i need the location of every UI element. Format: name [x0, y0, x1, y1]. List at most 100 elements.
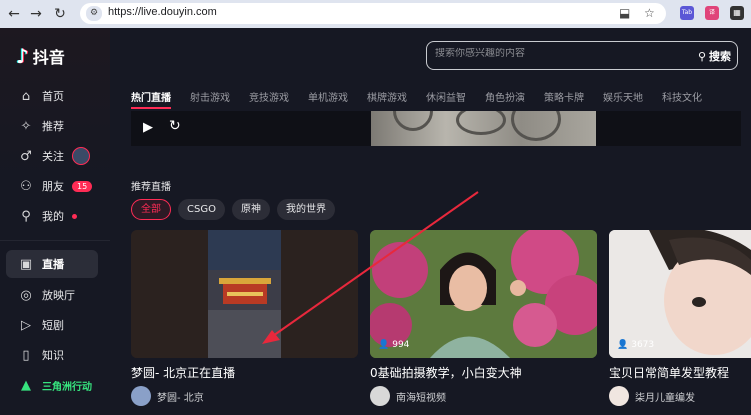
sidebar-item-live[interactable]: ▣ 直播	[6, 250, 98, 278]
sidebar-item-friends[interactable]: ⚇ 朋友 15	[6, 172, 98, 200]
sidebar-item-knowledge[interactable]: ▯ 知识	[6, 341, 98, 369]
card-author[interactable]: 梦圆- 北京	[131, 386, 204, 406]
knowledge-icon: ▯	[22, 347, 30, 363]
sidebar-item-delta-force[interactable]: ▲ 三角洲行动	[6, 371, 98, 399]
tab-strategy-cards[interactable]: 策略卡牌	[544, 89, 584, 109]
extension-icon[interactable]: ▦	[730, 6, 744, 20]
person-icon: ⚲	[21, 208, 31, 224]
extension-tab-icon[interactable]: Tab	[680, 6, 694, 20]
search-icon: ⚲	[697, 49, 706, 63]
live-card[interactable]	[131, 230, 358, 358]
live-card[interactable]: 👤 3673	[609, 230, 751, 358]
sidebar-item-label: 我的	[42, 210, 64, 223]
card-title[interactable]: 0基础拍摄教学，小白变大神	[370, 364, 522, 381]
chip-all[interactable]: 全部	[131, 199, 171, 220]
tab-single-player-games[interactable]: 单机游戏	[308, 89, 348, 109]
avatar	[370, 386, 390, 406]
card-title[interactable]: 梦圆- 北京正在直播	[131, 364, 235, 381]
forward-icon[interactable]: →	[26, 4, 46, 24]
search-button[interactable]: ⚲ 搜索	[698, 48, 731, 64]
sidebar: ♪ 抖音 ⌂ 首页 ✧ 推荐 ♂ 关注 ⚇ 朋友 15 ⚲ 我的 ▣ 直播 ◎ …	[0, 28, 110, 415]
notification-dot	[72, 213, 77, 219]
url-text[interactable]: https://live.douyin.com	[108, 6, 217, 18]
chip-genshin[interactable]: 原神	[231, 199, 270, 220]
viewer-count: 👤 3673	[617, 340, 654, 350]
sidebar-item-label: 直播	[42, 258, 64, 271]
author-name: 柒月儿童编发	[635, 392, 695, 404]
sidebar-item-short-drama[interactable]: ▷ 短剧	[6, 311, 98, 339]
sidebar-item-follow[interactable]: ♂ 关注	[6, 142, 98, 170]
card-author[interactable]: 南海短视频	[370, 386, 446, 406]
author-name: 南海短视频	[396, 392, 446, 404]
search-box: ⚲ 搜索	[426, 41, 738, 70]
sparkle-icon: ✧	[20, 118, 32, 134]
avatar	[72, 147, 90, 165]
filter-chips: 全部 CSGO 原神 我的世界	[131, 199, 335, 220]
card-author[interactable]: 柒月儿童编发	[609, 386, 695, 406]
install-app-icon[interactable]: ⬓	[619, 6, 630, 20]
card-thumbnail	[609, 230, 751, 358]
sidebar-item-recommend[interactable]: ✧ 推荐	[6, 112, 98, 140]
tab-tech-culture[interactable]: 科技文化	[662, 89, 702, 109]
reload-icon[interactable]: ↻	[50, 4, 70, 24]
chip-minecraft[interactable]: 我的世界	[276, 199, 335, 220]
viewer-count-value: 3673	[631, 340, 655, 350]
card-thumbnail	[131, 230, 358, 358]
game-icon: ▲	[21, 377, 31, 393]
sidebar-item-label: 放映厅	[42, 289, 75, 302]
featured-live-player[interactable]: ▶ ↻	[131, 111, 741, 146]
follow-icon: ♂	[20, 148, 32, 164]
tv-icon: ▣	[19, 256, 33, 272]
cinema-icon: ◎	[20, 287, 32, 303]
tab-rpg[interactable]: 角色扮演	[485, 89, 525, 109]
tab-entertainment[interactable]: 娱乐天地	[603, 89, 643, 109]
sidebar-item-label: 朋友	[42, 180, 64, 193]
person-icon: 👤	[378, 340, 390, 350]
address-bar[interactable]: ⚙ https://live.douyin.com ⬓ ☆	[80, 3, 666, 24]
viewer-count: 👤 994	[378, 340, 409, 350]
chip-csgo[interactable]: CSGO	[178, 199, 225, 220]
tab-hot-live[interactable]: 热门直播	[131, 89, 171, 109]
play-icon[interactable]: ▶	[143, 120, 153, 135]
play-square-icon: ▷	[21, 317, 31, 333]
douyin-logo[interactable]: ♪ 抖音	[16, 44, 65, 68]
douyin-live-app: ♪ 抖音 ⌂ 首页 ✧ 推荐 ♂ 关注 ⚇ 朋友 15 ⚲ 我的 ▣ 直播 ◎ …	[0, 28, 751, 415]
live-card[interactable]: 👤 994	[370, 230, 597, 358]
sidebar-item-home[interactable]: ⌂ 首页	[6, 82, 98, 110]
video-detail	[456, 111, 506, 135]
tab-shooting-games[interactable]: 射击游戏	[190, 89, 230, 109]
person-icon: 👤	[617, 340, 629, 350]
tab-competitive-games[interactable]: 竞技游戏	[249, 89, 289, 109]
viewer-count-value: 994	[392, 340, 410, 350]
friends-count-badge: 15	[72, 180, 93, 192]
back-icon[interactable]: ←	[4, 4, 24, 24]
section-title: 推荐直播	[131, 182, 171, 193]
tab-casual-puzzle[interactable]: 休闲益智	[426, 89, 466, 109]
sidebar-item-cinema[interactable]: ◎ 放映厅	[6, 281, 98, 309]
player-video-frame	[371, 111, 596, 146]
card-title[interactable]: 宝贝日常简单发型教程	[609, 364, 729, 381]
video-detail	[393, 111, 433, 131]
tab-board-card-games[interactable]: 棋牌游戏	[367, 89, 407, 109]
card-thumbnail	[370, 230, 597, 358]
tiktok-note-icon: ♪	[16, 44, 29, 68]
search-button-label: 搜索	[709, 50, 731, 63]
refresh-icon[interactable]: ↻	[169, 118, 181, 134]
author-name: 梦圆- 北京	[157, 392, 204, 404]
home-icon: ⌂	[21, 88, 31, 104]
sidebar-item-me[interactable]: ⚲ 我的	[6, 202, 98, 230]
search-input[interactable]	[435, 48, 675, 59]
sidebar-item-label: 短剧	[42, 319, 64, 332]
extension-translate-icon[interactable]: 译	[705, 6, 719, 20]
avatar	[609, 386, 629, 406]
site-settings-icon[interactable]: ⚙	[86, 6, 102, 21]
bookmark-star-icon[interactable]: ☆	[644, 6, 655, 20]
sidebar-item-label: 关注	[42, 150, 64, 163]
sidebar-item-label: 三角洲行动	[42, 381, 92, 393]
browser-toolbar: ← → ↻ ⚙ https://live.douyin.com ⬓ ☆ Tab …	[0, 0, 751, 28]
friends-icon: ⚇	[20, 178, 32, 194]
category-tabs: 热门直播 射击游戏 竞技游戏 单机游戏 棋牌游戏 休闲益智 角色扮演 策略卡牌 …	[131, 89, 721, 109]
avatar	[131, 386, 151, 406]
sidebar-item-label: 首页	[42, 90, 64, 103]
sidebar-item-label: 推荐	[42, 120, 64, 133]
